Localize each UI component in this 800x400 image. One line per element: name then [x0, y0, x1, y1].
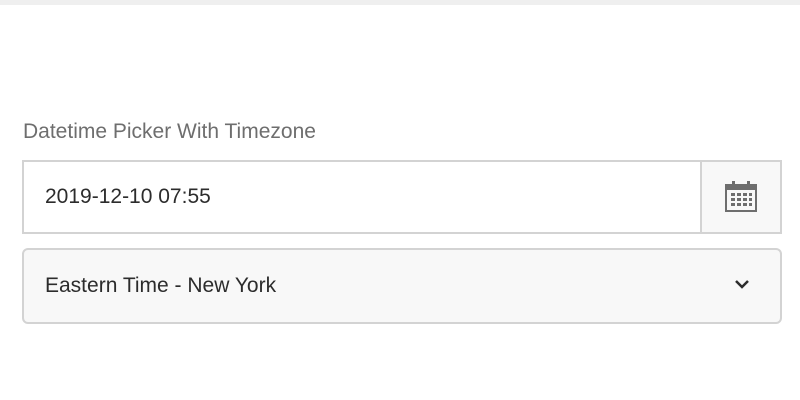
top-divider [0, 0, 800, 5]
timezone-value: Eastern Time - New York [45, 274, 277, 297]
calendar-button[interactable] [702, 160, 782, 234]
calendar-icon [725, 181, 757, 212]
chevron-down-icon [735, 280, 749, 289]
datetime-input[interactable]: 2019-12-10 07:55 [22, 160, 702, 234]
timezone-select[interactable]: Eastern Time - New York [22, 248, 782, 324]
field-label: Datetime Picker With Timezone [23, 120, 316, 143]
